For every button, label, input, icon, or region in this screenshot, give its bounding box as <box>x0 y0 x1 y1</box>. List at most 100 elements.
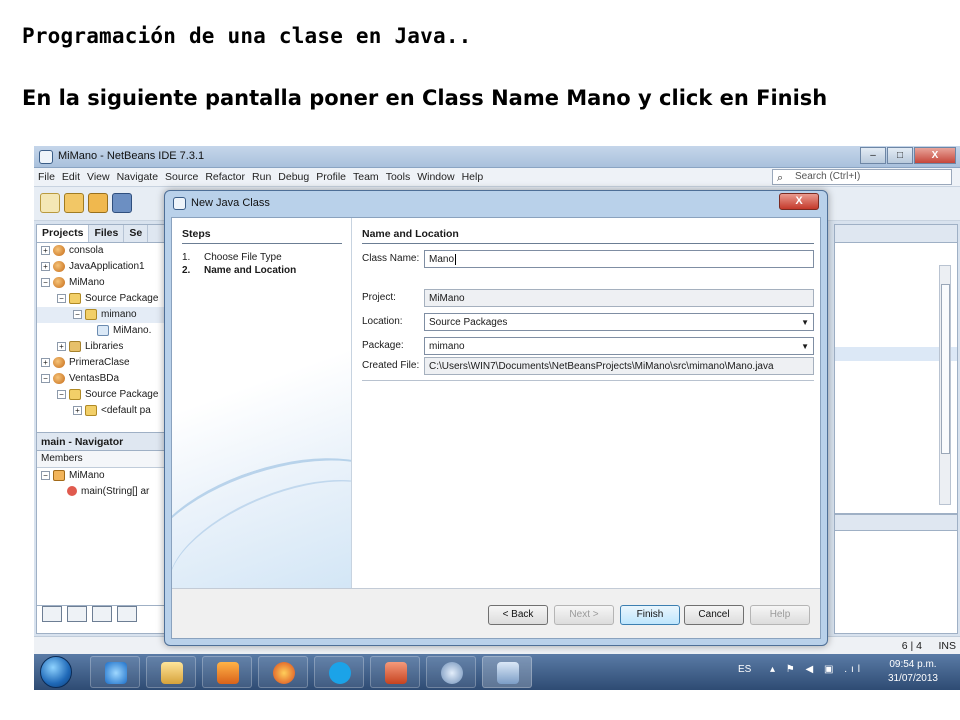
menu-item-team[interactable]: Team <box>353 171 379 183</box>
maximize-button[interactable]: □ <box>887 147 913 164</box>
new-project-icon[interactable] <box>64 193 84 213</box>
tray-icons[interactable]: ▴ ⚑ ◀ ▣ .ıl <box>770 664 864 675</box>
view-icon[interactable] <box>67 606 88 622</box>
menu-item-debug[interactable]: Debug <box>278 171 309 183</box>
navigator-class[interactable]: − MiMano <box>37 468 167 484</box>
collapse-icon[interactable]: − <box>73 309 82 319</box>
tree-node[interactable]: + PrimeraClase <box>37 355 167 371</box>
navigator-title: main - Navigator <box>37 433 167 451</box>
taskbar-ie[interactable] <box>90 656 140 688</box>
search-icon: ⌕ <box>777 172 784 184</box>
menu-bar: File Edit View Navigate Source Refactor Run Deb… <box>34 168 960 187</box>
internet-explorer-icon <box>105 662 127 684</box>
menu-item-edit[interactable]: Edit <box>62 171 80 183</box>
navigator-class-label: MiMano <box>69 470 105 481</box>
tree-node[interactable]: + JavaApplication1 <box>37 259 167 275</box>
start-button[interactable] <box>40 656 72 688</box>
minimize-button[interactable]: – <box>860 147 886 164</box>
search-input[interactable]: ⌕ Search (Ctrl+I) <box>772 169 952 185</box>
collapse-icon[interactable]: − <box>57 389 66 399</box>
menu-item-run[interactable]: Run <box>252 171 271 183</box>
lock-icon[interactable] <box>117 606 138 622</box>
open-project-icon[interactable] <box>88 193 108 213</box>
vertical-scrollbar[interactable] <box>939 265 951 505</box>
dialog-close-button[interactable]: X <box>779 193 819 210</box>
new-file-icon[interactable] <box>40 193 60 213</box>
tree-node[interactable]: + consola <box>37 243 167 259</box>
cancel-button[interactable]: Cancel <box>684 605 744 625</box>
expand-icon[interactable]: + <box>41 261 50 271</box>
menu-item-view[interactable]: View <box>87 171 110 183</box>
save-all-icon[interactable] <box>112 193 132 213</box>
menu-item-source[interactable]: Source <box>165 171 198 183</box>
package-select[interactable]: mimano ▼ <box>424 337 814 355</box>
expand-icon[interactable]: + <box>57 341 66 351</box>
help-button[interactable]: Help <box>750 605 810 625</box>
created-file-label: Created File: <box>362 360 420 371</box>
tree-node[interactable]: + <default pa <box>37 403 167 419</box>
class-name-input[interactable]: Mano <box>424 250 814 268</box>
tree-node-label: JavaApplication1 <box>69 261 145 272</box>
taskbar-netbeans[interactable] <box>482 656 532 688</box>
expand-icon[interactable]: + <box>41 357 50 367</box>
menu-item-tools[interactable]: Tools <box>386 171 411 183</box>
location-select[interactable]: Source Packages ▼ <box>424 313 814 331</box>
tree-node-label: VentasBDa <box>69 373 120 384</box>
scroll-thumb[interactable] <box>941 284 950 454</box>
name-location-form: Name and Location Class Name: Mano Proje… <box>362 218 814 588</box>
taskbar-powerpoint[interactable] <box>370 656 420 688</box>
taskbar-firefox[interactable] <box>258 656 308 688</box>
menu-item-file[interactable]: File <box>38 171 55 183</box>
menu-item-navigate[interactable]: Navigate <box>117 171 158 183</box>
folder-icon <box>161 662 183 684</box>
steps-panel: Steps 1. Choose File Type 2. Name and Locat… <box>172 218 352 588</box>
navigator-method[interactable]: main(String[] ar <box>37 484 167 500</box>
dialog-titlebar: New Java Class X <box>165 191 827 215</box>
chevron-down-icon: ▼ <box>801 342 809 351</box>
taskbar-media[interactable] <box>202 656 252 688</box>
tab-files[interactable]: Files <box>89 225 125 242</box>
menu-item-refactor[interactable]: Refactor <box>205 171 245 183</box>
next-button[interactable]: Next > <box>554 605 614 625</box>
menu-item-help[interactable]: Help <box>462 171 484 183</box>
collapse-icon[interactable]: − <box>41 470 50 480</box>
tree-node[interactable]: − Source Package <box>37 387 167 403</box>
expand-icon[interactable]: + <box>73 405 82 415</box>
expand-icon[interactable]: + <box>41 245 50 255</box>
layout-icon[interactable] <box>92 606 113 622</box>
insert-mode: INS <box>938 640 956 652</box>
language-indicator[interactable]: ES <box>738 664 751 675</box>
clock[interactable]: 09:54 p.m. 31/07/2013 <box>888 658 938 686</box>
collapse-icon[interactable]: − <box>41 277 50 287</box>
project-icon <box>53 244 65 256</box>
dialog-body: Steps 1. Choose File Type 2. Name and Locat… <box>171 217 821 639</box>
powerpoint-icon <box>385 662 407 684</box>
taskbar-explorer[interactable] <box>146 656 196 688</box>
collapse-icon[interactable]: − <box>57 293 66 303</box>
back-button[interactable]: < Back <box>488 605 548 625</box>
menu-item-profile[interactable]: Profile <box>316 171 346 183</box>
close-window-button[interactable]: X <box>914 147 956 164</box>
tree-node[interactable]: − MiMano <box>37 275 167 291</box>
menu-item-window[interactable]: Window <box>417 171 454 183</box>
taskbar-app[interactable] <box>426 656 476 688</box>
members-dropdown[interactable]: Members <box>37 451 167 468</box>
created-file-value: C:\Users\WIN7\Documents\NetBeansProjects… <box>429 361 774 372</box>
collapse-icon[interactable]: − <box>41 373 50 383</box>
tab-se[interactable]: Se <box>124 225 149 242</box>
location-row: Location: Source Packages ▼ <box>362 313 814 332</box>
tree-node[interactable]: + Libraries <box>37 339 167 355</box>
tab-projects[interactable]: Projects <box>37 225 90 242</box>
window-controls: – □ X <box>859 147 956 164</box>
finish-button[interactable]: Finish <box>620 605 680 625</box>
tree-node-label: PrimeraClase <box>69 357 130 368</box>
tree-node[interactable]: − VentasBDa <box>37 371 167 387</box>
media-player-icon <box>217 662 239 684</box>
skype-icon <box>329 662 351 684</box>
slide-title: Programación de una clase en Java.. <box>22 24 472 48</box>
tree-node[interactable]: − mimano <box>37 307 167 323</box>
tree-node[interactable]: − Source Package <box>37 291 167 307</box>
taskbar-skype[interactable] <box>314 656 364 688</box>
tree-node[interactable]: MiMano. <box>37 323 167 339</box>
palette-icon[interactable] <box>42 606 62 622</box>
